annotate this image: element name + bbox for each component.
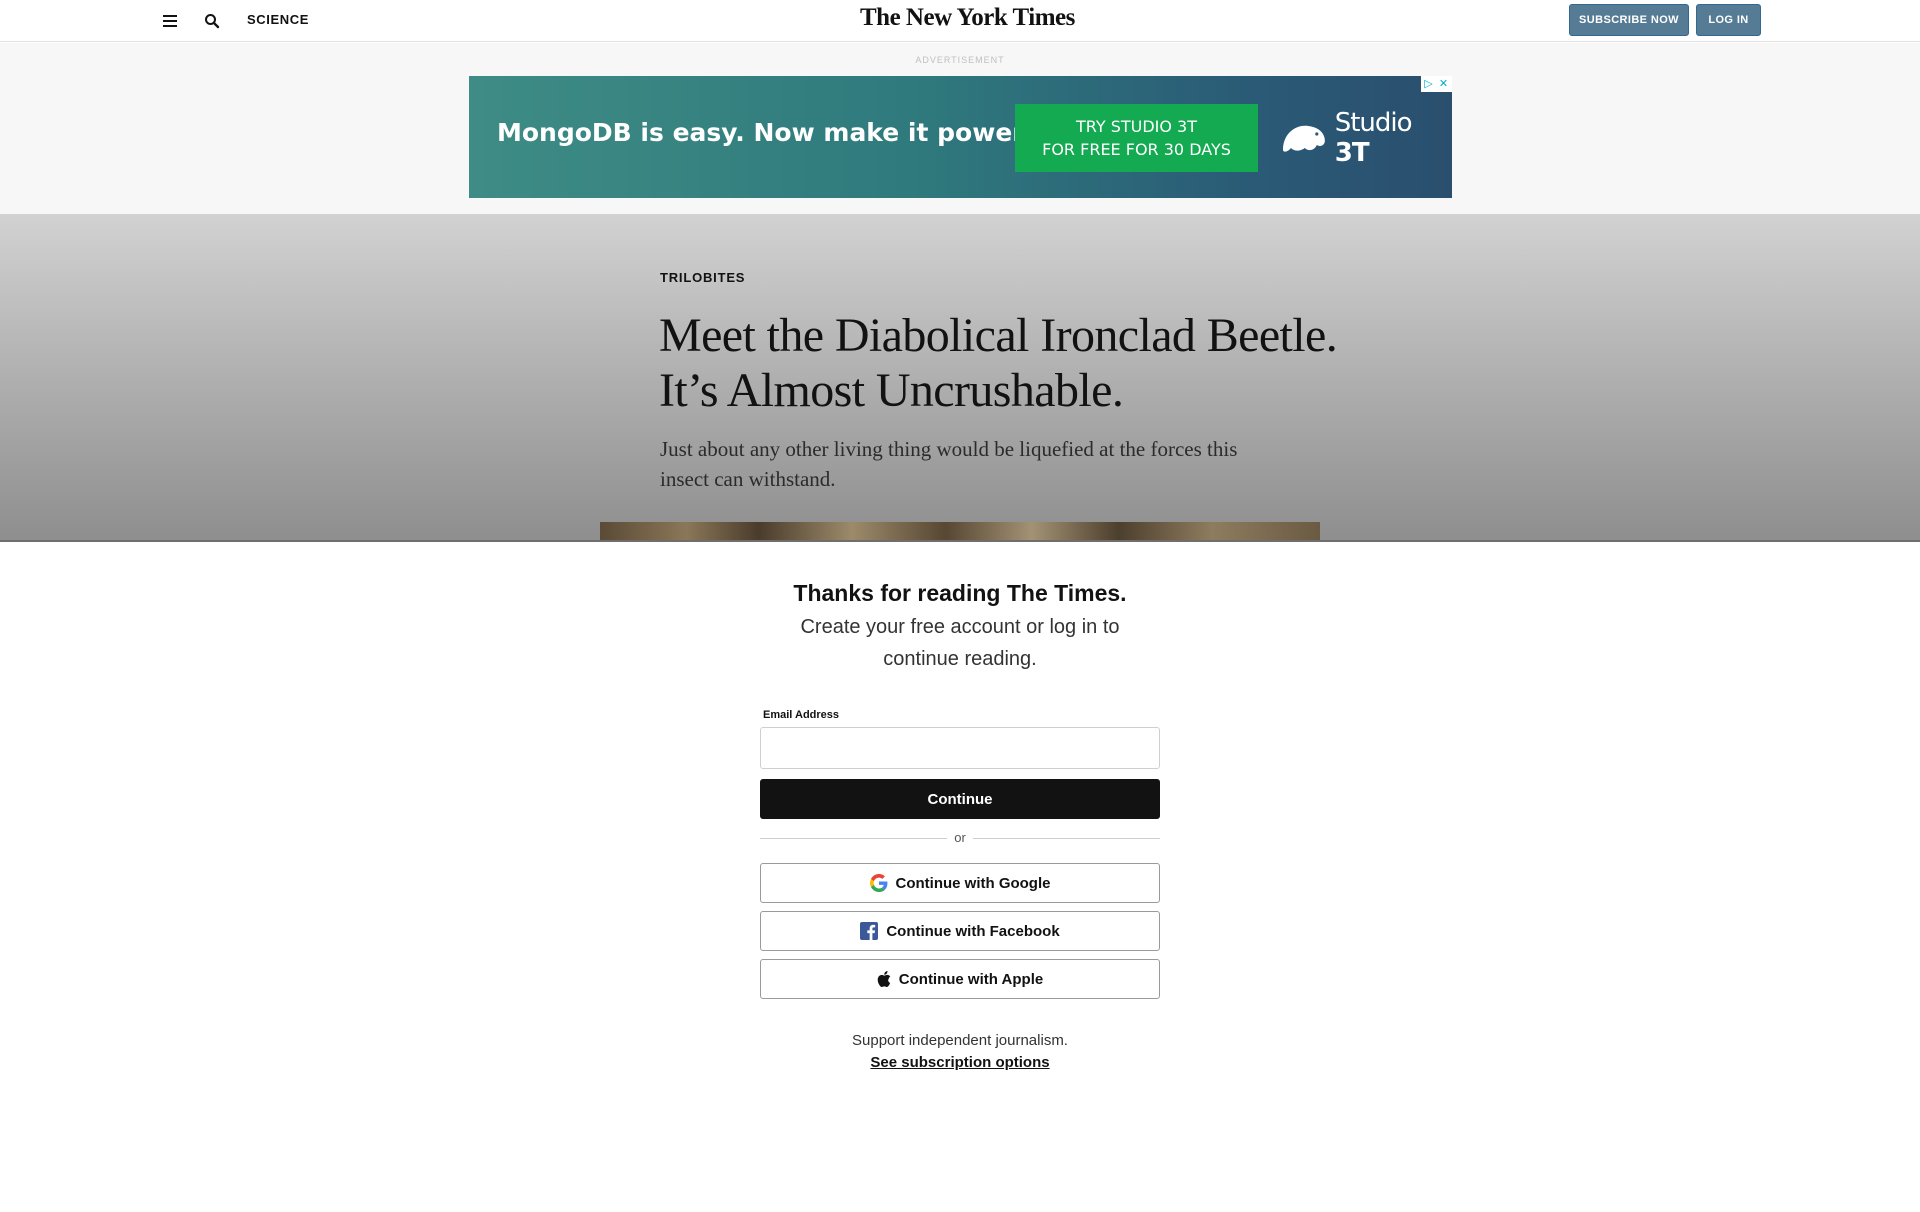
google-button-label: Continue with Google (895, 874, 1051, 892)
ad-choices-icon[interactable]: ▷ (1421, 76, 1436, 92)
email-field[interactable] (760, 727, 1160, 769)
continue-with-facebook-button[interactable]: Continue with Facebook (760, 911, 1160, 951)
advertisement-label: ADVERTISEMENT (915, 55, 1005, 65)
apple-button-label: Continue with Apple (898, 970, 1044, 988)
ad-close-icon[interactable]: ✕ (1436, 76, 1451, 92)
ad-choices[interactable]: ▷ ✕ (1421, 76, 1452, 92)
studio3t-logo: Studio 3T (1279, 108, 1452, 168)
menu-icon[interactable] (158, 9, 182, 33)
facebook-icon (860, 922, 879, 940)
continue-with-apple-button[interactable]: Continue with Apple (760, 959, 1160, 999)
ad-cta-button[interactable]: TRY STUDIO 3T FOR FREE FOR 30 DAYS (1015, 104, 1258, 172)
paywall-subtitle: Create your free account or log in to co… (800, 616, 1120, 670)
ad-banner[interactable]: MongoDB is easy. Now make it powerful. T… (469, 76, 1452, 198)
ad-cta-line-2: FOR FREE FOR 30 DAYS (1042, 140, 1231, 159)
search-icon[interactable] (200, 9, 224, 33)
or-separator: or (760, 830, 1160, 846)
manatee-logo-icon (1282, 125, 1325, 152)
separator-line-right (973, 838, 1160, 839)
nyt-logo[interactable]: The New York Times (860, 4, 1075, 32)
article-header: TRILOBITES Meet the Diabolical Ironclad … (0, 214, 1920, 541)
continue-button[interactable]: Continue (760, 779, 1160, 819)
apple-icon (877, 971, 891, 987)
article-summary: Just about any other living thing would … (660, 437, 1238, 491)
ad-brand-suffix: 3T (1334, 138, 1370, 168)
ad-brand-name: Studio (1334, 108, 1413, 138)
google-icon (869, 874, 888, 892)
top-navigation-bar: SCIENCE The New York Times SUBSCRIBE NOW… (0, 0, 1920, 42)
section-link-science[interactable]: SCIENCE (247, 12, 309, 27)
support-journalism-text: Support independent journalism. (852, 1032, 1068, 1049)
subscribe-now-button[interactable]: SUBSCRIBE NOW (1569, 4, 1689, 36)
log-in-button[interactable]: LOG IN (1696, 4, 1761, 36)
article-kicker[interactable]: TRILOBITES (660, 270, 745, 285)
continue-with-google-button[interactable]: Continue with Google (760, 863, 1160, 903)
article-hero-image (600, 522, 1320, 541)
ad-headline: MongoDB is easy. Now make it powerful. (497, 118, 1072, 147)
subscription-options-link[interactable]: See subscription options (0, 1054, 1920, 1071)
email-label: Email Address (763, 709, 840, 721)
paywall-title: Thanks for reading The Times. (793, 580, 1127, 606)
ad-cta-line-1: TRY STUDIO 3T (1075, 117, 1198, 136)
registration-wall: Thanks for reading The Times. Create you… (0, 542, 1920, 1212)
advertisement-area: ADVERTISEMENT MongoDB is easy. Now make … (0, 43, 1920, 214)
article-headline: Meet the Diabolical Ironclad Beetle. It’… (659, 309, 1338, 417)
facebook-button-label: Continue with Facebook (886, 922, 1060, 940)
